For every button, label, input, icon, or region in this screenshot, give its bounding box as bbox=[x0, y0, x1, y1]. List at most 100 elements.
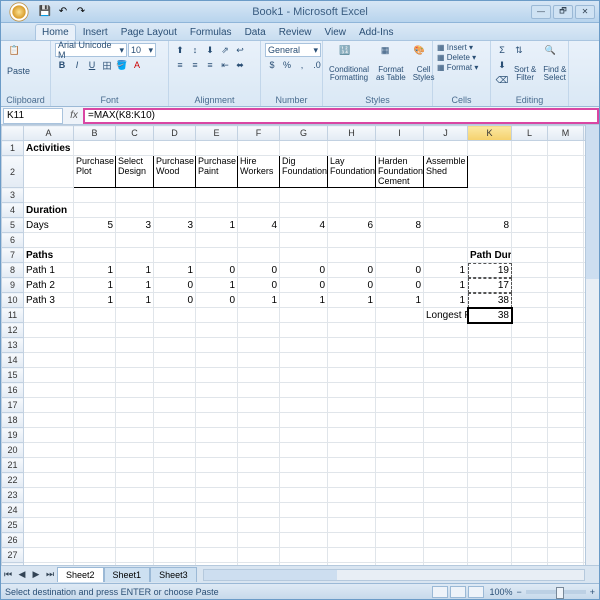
cell-J3[interactable] bbox=[424, 188, 468, 203]
horizontal-scrollbar[interactable] bbox=[203, 569, 585, 581]
sort-filter[interactable]: ⇅Sort & Filter bbox=[512, 43, 538, 84]
cell-G10[interactable]: 1 bbox=[280, 293, 328, 308]
cell-M4[interactable] bbox=[548, 203, 584, 218]
wrap-text[interactable]: ↩ bbox=[233, 43, 247, 57]
cell-G27[interactable] bbox=[280, 548, 328, 563]
cell-J22[interactable] bbox=[424, 473, 468, 488]
cell-F1[interactable] bbox=[238, 141, 280, 156]
cell-D21[interactable] bbox=[154, 458, 196, 473]
cell-E7[interactable] bbox=[196, 248, 238, 263]
cell-M19[interactable] bbox=[548, 428, 584, 443]
cell-M3[interactable] bbox=[548, 188, 584, 203]
col-header-E[interactable]: E bbox=[196, 126, 238, 141]
cell-A23[interactable] bbox=[24, 488, 74, 503]
cell-H20[interactable] bbox=[328, 443, 376, 458]
cell-E4[interactable] bbox=[196, 203, 238, 218]
cell-I27[interactable] bbox=[376, 548, 424, 563]
cell-A15[interactable] bbox=[24, 368, 74, 383]
cell-I5[interactable]: 8 bbox=[376, 218, 424, 233]
cell-L8[interactable] bbox=[512, 263, 548, 278]
col-header-G[interactable]: G bbox=[280, 126, 328, 141]
cell-K14[interactable] bbox=[468, 353, 512, 368]
cell-H25[interactable] bbox=[328, 518, 376, 533]
cell-K4[interactable] bbox=[468, 203, 512, 218]
cell-M21[interactable] bbox=[548, 458, 584, 473]
cell-J16[interactable] bbox=[424, 383, 468, 398]
col-header-I[interactable]: I bbox=[376, 126, 424, 141]
cell-D19[interactable] bbox=[154, 428, 196, 443]
close-button[interactable]: ✕ bbox=[575, 5, 595, 19]
row-header-6[interactable]: 6 bbox=[2, 233, 24, 248]
cell-F17[interactable] bbox=[238, 398, 280, 413]
cell-D11[interactable] bbox=[154, 308, 196, 323]
cell-C24[interactable] bbox=[116, 503, 154, 518]
cell-D9[interactable]: 0 bbox=[154, 278, 196, 293]
cell-I3[interactable] bbox=[376, 188, 424, 203]
cell-D18[interactable] bbox=[154, 413, 196, 428]
cell-L24[interactable] bbox=[512, 503, 548, 518]
cell-M5[interactable] bbox=[548, 218, 584, 233]
cell-D10[interactable]: 0 bbox=[154, 293, 196, 308]
cell-D16[interactable] bbox=[154, 383, 196, 398]
cell-K9[interactable]: 17 bbox=[468, 278, 512, 293]
cell-A21[interactable] bbox=[24, 458, 74, 473]
cell-G11[interactable] bbox=[280, 308, 328, 323]
cell-G19[interactable] bbox=[280, 428, 328, 443]
grid[interactable]: ABCDEFGHIJKLMN1Activities2Purchase PlotS… bbox=[1, 125, 585, 565]
row-header-26[interactable]: 26 bbox=[2, 533, 24, 548]
cell-E25[interactable] bbox=[196, 518, 238, 533]
cell-M23[interactable] bbox=[548, 488, 584, 503]
cell-I16[interactable] bbox=[376, 383, 424, 398]
cell-F28[interactable] bbox=[238, 563, 280, 566]
cell-L26[interactable] bbox=[512, 533, 548, 548]
cell-I7[interactable] bbox=[376, 248, 424, 263]
cell-K13[interactable] bbox=[468, 338, 512, 353]
cell-K22[interactable] bbox=[468, 473, 512, 488]
cell-E22[interactable] bbox=[196, 473, 238, 488]
cell-J19[interactable] bbox=[424, 428, 468, 443]
cell-C15[interactable] bbox=[116, 368, 154, 383]
cell-E6[interactable] bbox=[196, 233, 238, 248]
cell-C7[interactable] bbox=[116, 248, 154, 263]
cell-A17[interactable] bbox=[24, 398, 74, 413]
cell-E14[interactable] bbox=[196, 353, 238, 368]
col-header-L[interactable]: L bbox=[512, 126, 548, 141]
cell-I8[interactable]: 0 bbox=[376, 263, 424, 278]
cell-E11[interactable] bbox=[196, 308, 238, 323]
cell-K2[interactable] bbox=[468, 156, 512, 188]
cell-C23[interactable] bbox=[116, 488, 154, 503]
cell-J13[interactable] bbox=[424, 338, 468, 353]
fx-icon[interactable]: fx bbox=[65, 110, 83, 121]
row-header-27[interactable]: 27 bbox=[2, 548, 24, 563]
cell-K17[interactable] bbox=[468, 398, 512, 413]
cell-B24[interactable] bbox=[74, 503, 116, 518]
cell-L25[interactable] bbox=[512, 518, 548, 533]
cell-J12[interactable] bbox=[424, 323, 468, 338]
cell-A7[interactable]: Paths bbox=[24, 248, 74, 263]
cell-K11[interactable]: 38 bbox=[468, 308, 512, 323]
percent[interactable]: % bbox=[280, 58, 294, 72]
cell-K23[interactable] bbox=[468, 488, 512, 503]
cell-E18[interactable] bbox=[196, 413, 238, 428]
cell-A28[interactable] bbox=[24, 563, 74, 566]
cell-I2[interactable]: Harden Foundation Cement bbox=[376, 156, 424, 188]
cell-L5[interactable] bbox=[512, 218, 548, 233]
cell-M12[interactable] bbox=[548, 323, 584, 338]
cell-H5[interactable]: 6 bbox=[328, 218, 376, 233]
cell-K21[interactable] bbox=[468, 458, 512, 473]
redo-icon[interactable]: ↷ bbox=[73, 4, 89, 20]
cell-J17[interactable] bbox=[424, 398, 468, 413]
cell-B13[interactable] bbox=[74, 338, 116, 353]
insert-cells[interactable]: ▦ Insert ▾ bbox=[437, 43, 473, 52]
cell-L1[interactable] bbox=[512, 141, 548, 156]
cell-A27[interactable] bbox=[24, 548, 74, 563]
tab-nav-first[interactable]: ⏮ bbox=[1, 568, 15, 582]
cell-F24[interactable] bbox=[238, 503, 280, 518]
cell-G22[interactable] bbox=[280, 473, 328, 488]
cell-M2[interactable] bbox=[548, 156, 584, 188]
formula-input[interactable]: =MAX(K8:K10) bbox=[83, 108, 599, 124]
cell-J27[interactable] bbox=[424, 548, 468, 563]
cell-C8[interactable]: 1 bbox=[116, 263, 154, 278]
cell-A26[interactable] bbox=[24, 533, 74, 548]
cell-L17[interactable] bbox=[512, 398, 548, 413]
